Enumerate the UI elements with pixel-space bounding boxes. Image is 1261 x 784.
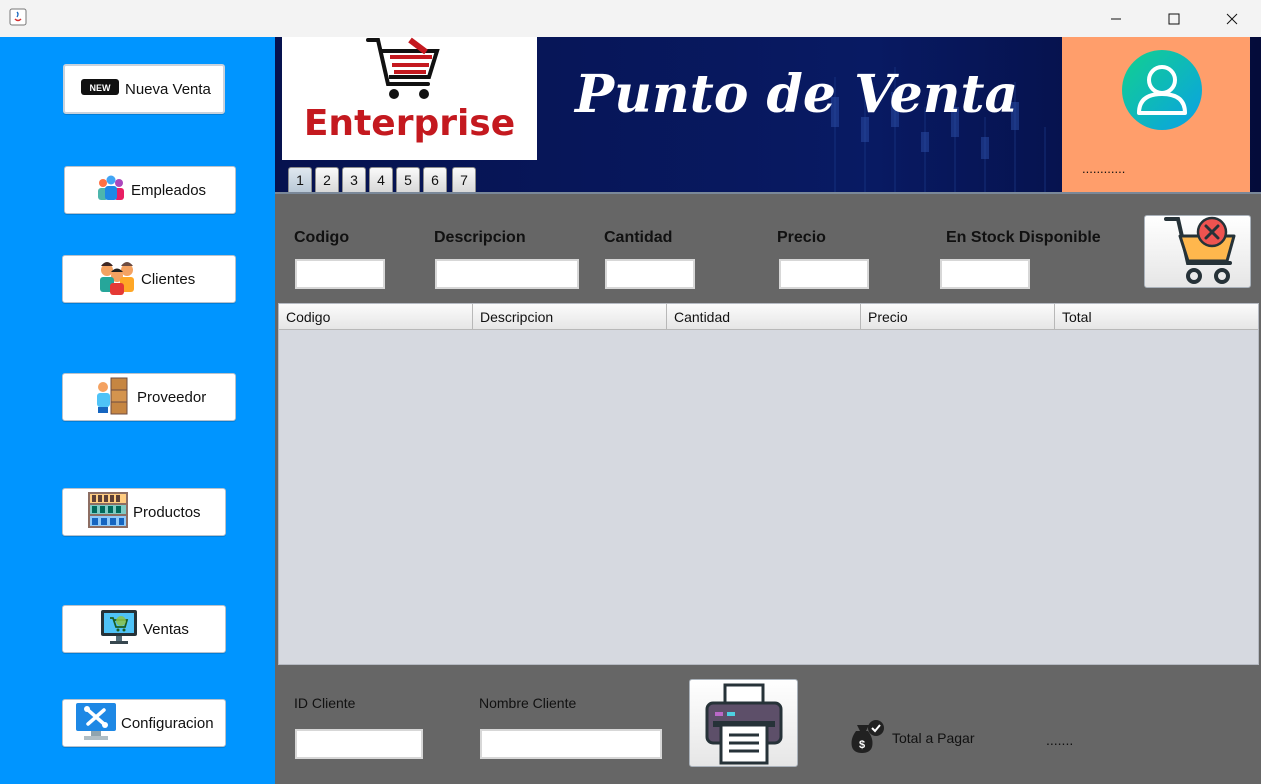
sidebar-item-label: Productos [133,503,201,521]
svg-text:$: $ [859,739,865,751]
java-app-icon [9,8,27,26]
column-header-cantidad[interactable]: Cantidad [667,304,861,330]
user-name: ............ [1082,161,1126,176]
id-cliente-field[interactable] [295,729,423,759]
cantidad-label: Cantidad [604,229,673,246]
codigo-label: Codigo [294,229,350,246]
tab-5[interactable]: 5 [396,167,420,192]
sidebar-item-label: Ventas [143,620,189,638]
column-header-descripcion[interactable]: Descripcion [473,304,667,330]
column-header-precio[interactable]: Precio [861,304,1055,330]
sidebar-item-label: Clientes [141,270,196,288]
page-title: Punto de Venta [575,64,1019,125]
money-bag-icon: $ [848,717,886,755]
shopping-cart-logo-icon [366,37,440,99]
sidebar-item-label: Empleados [131,181,207,199]
title-bar [0,0,1261,37]
tab-7[interactable]: 7 [452,167,476,192]
products-table[interactable]: Codigo Descripcion Cantidad Precio Total [278,303,1259,665]
shelves-icon [87,490,129,534]
nombre-cliente-label: Nombre Cliente [479,695,577,711]
sidebar-item-ventas[interactable]: Ventas [62,605,226,653]
stock-label: En Stock Disponible [946,229,1101,246]
user-avatar-icon [1122,50,1202,130]
tab-2[interactable]: 2 [315,167,339,192]
printer-icon [705,683,782,765]
id-cliente-label: ID Cliente [294,695,356,711]
sidebar-item-proveedor[interactable]: Proveedor [62,373,236,421]
sidebar-item-label: Nueva Venta [125,80,211,98]
close-icon [1226,13,1238,24]
total-label: Total a Pagar [892,730,975,746]
stock-field[interactable] [940,259,1030,289]
sidebar-item-empleados[interactable]: Empleados [64,166,236,214]
cart-remove-icon [1163,216,1235,284]
monitor-cart-icon [99,607,139,651]
people-group-icon [95,174,127,206]
new-tag-icon: NEW [79,76,121,102]
supplier-boxes-icon [93,375,133,419]
tab-6[interactable]: 6 [423,167,447,192]
precio-label: Precio [777,229,826,246]
tab-3[interactable]: 3 [342,167,366,192]
descripcion-label: Descripcion [434,229,526,246]
codigo-field[interactable] [295,259,385,289]
precio-field[interactable] [779,259,869,289]
svg-text:NEW: NEW [90,83,112,93]
sidebar-item-label: Configuracion [121,714,214,732]
maximize-icon [1168,13,1180,24]
nombre-cliente-field[interactable] [480,729,662,759]
column-header-total[interactable]: Total [1055,304,1258,330]
maximize-button[interactable] [1145,0,1203,37]
descripcion-field[interactable] [435,259,579,289]
enterprise-logo: Enterprise [282,37,537,160]
total-value: ....... [1046,732,1074,748]
sidebar-item-nueva-venta[interactable]: NEW Nueva Venta [63,64,225,114]
settings-tools-icon [75,700,117,746]
sidebar-item-productos[interactable]: Productos [62,488,226,536]
column-header-codigo[interactable]: Codigo [279,304,473,330]
customers-icon [97,258,137,300]
cantidad-field[interactable] [605,259,695,289]
tab-1[interactable]: 1 [288,167,312,192]
sidebar-item-configuracion[interactable]: Configuracion [62,699,226,747]
logo-text: Enterprise [303,103,516,144]
sidebar-item-clientes[interactable]: Clientes [62,255,236,303]
remove-from-cart-button[interactable] [1144,215,1251,288]
user-panel: ............ [1062,37,1250,194]
minimize-icon [1111,18,1121,19]
sidebar-item-label: Proveedor [137,388,207,406]
tab-4[interactable]: 4 [369,167,393,192]
minimize-button[interactable] [1087,0,1145,37]
close-button[interactable] [1203,0,1261,37]
print-button[interactable] [689,679,798,767]
